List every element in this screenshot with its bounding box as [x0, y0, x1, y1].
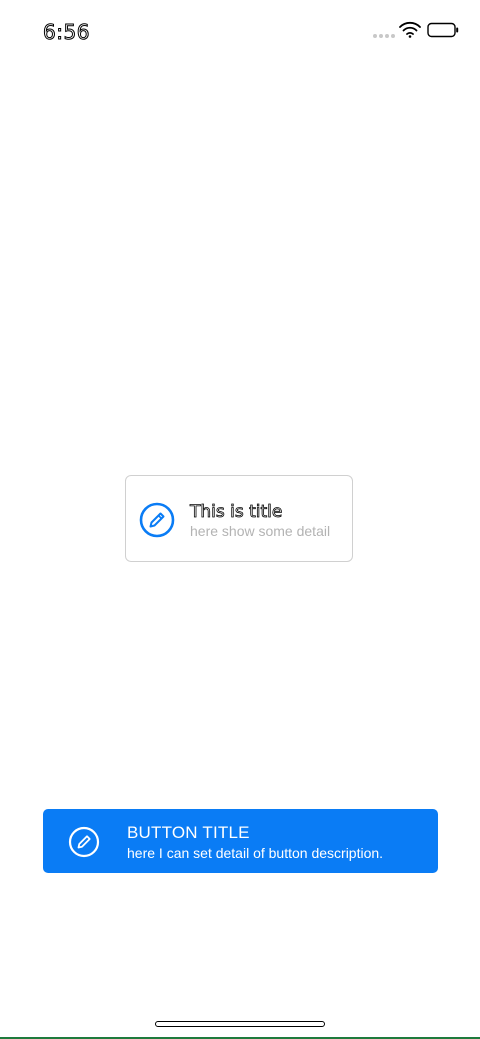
pencil-circle-icon: [68, 826, 100, 858]
card-button-detail: here show some detail: [190, 523, 331, 539]
primary-button-title: BUTTON TITLE: [127, 823, 250, 842]
pencil-circle-icon: [139, 502, 175, 538]
battery-icon: [427, 22, 459, 38]
home-indicator[interactable]: [155, 1021, 325, 1027]
primary-detail-button[interactable]: BUTTON TITLE here I can set detail of bu…: [43, 809, 438, 873]
cellular-signal-icon: [373, 34, 395, 38]
status-bar: 6:56: [0, 0, 480, 60]
status-time: 6:56: [43, 20, 90, 45]
primary-button-detail: here I can set detail of button descript…: [127, 845, 384, 861]
wifi-icon: [399, 21, 421, 38]
outlined-detail-button[interactable]: This is title here show some detail: [125, 475, 353, 562]
card-button-title: This is title: [190, 502, 283, 523]
